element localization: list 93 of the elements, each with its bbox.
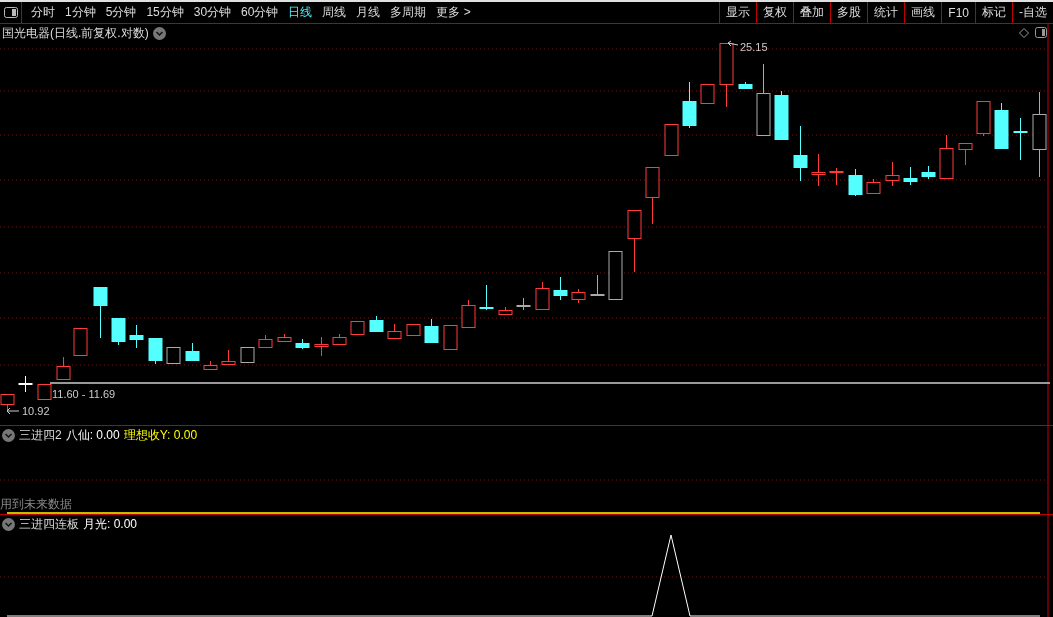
candlestick (866, 178, 881, 194)
candlestick (645, 166, 660, 225)
candlestick (700, 83, 715, 104)
candlestick (18, 375, 33, 393)
candlestick (1013, 117, 1028, 161)
candlestick (277, 333, 292, 343)
candlestick (553, 276, 568, 301)
candlestick (443, 324, 458, 350)
indicator-value: 理想收Y: 0.00 (123, 426, 198, 444)
toolbar-button[interactable]: 复权 (756, 2, 794, 23)
chart-title: 国光电器(日线.前复权.对数) (2, 24, 149, 42)
candlestick (93, 286, 108, 339)
period-tab[interactable]: 5分钟 (100, 4, 142, 21)
candlestick (590, 274, 605, 297)
period-tab[interactable]: 1分钟 (60, 4, 101, 21)
low-price-label: 10.92 (22, 405, 50, 417)
candlestick (516, 297, 531, 311)
candlestick (976, 100, 991, 137)
toolbar-button[interactable]: 画线 (904, 2, 942, 23)
candlestick (479, 284, 494, 311)
candlestick (994, 102, 1009, 149)
candlestick (166, 346, 181, 364)
candlestick (571, 288, 586, 304)
period-tab[interactable]: 15分钟 (141, 4, 189, 21)
panel-toggle-icon[interactable] (1035, 27, 1047, 38)
candlestick (939, 134, 954, 179)
candlestick (461, 299, 476, 328)
candlestick (406, 323, 421, 336)
candlestick (37, 383, 52, 400)
candlestick (258, 334, 273, 348)
candlestick (111, 317, 126, 346)
candlestick (185, 342, 200, 361)
indicator-name: 三进四2 (19, 426, 62, 444)
candlestick (314, 336, 329, 357)
period-tab[interactable]: 分时 (26, 4, 60, 21)
candlestick (958, 142, 973, 166)
toolbar-button[interactable]: 叠加 (793, 2, 831, 23)
period-tab[interactable]: 60分钟 (236, 4, 284, 21)
sidebar-panel-icon (3, 7, 18, 18)
candlestick (829, 167, 844, 186)
chevron-down-icon[interactable] (2, 428, 15, 442)
candlestick (0, 393, 15, 413)
candlestick (295, 338, 310, 350)
arrow-icon (727, 40, 739, 47)
candlestick (793, 125, 808, 182)
period-tab[interactable]: 月线 (351, 4, 386, 21)
indicator-value: 八仙: 0.00 (65, 426, 120, 444)
candlestick (332, 333, 347, 345)
toolbar-button[interactable]: -自选 (1012, 2, 1053, 23)
candlestick (848, 168, 863, 197)
period-tab[interactable]: 更多 > (431, 4, 476, 21)
candlestick (627, 209, 642, 273)
warning-note: 用到未来数据 (0, 497, 72, 511)
candlestick (885, 161, 900, 187)
arrow-icon (6, 407, 20, 415)
diamond-icon[interactable] (1019, 27, 1029, 38)
candlestick (535, 281, 550, 310)
candlestick (811, 153, 826, 187)
candlestick (73, 327, 88, 356)
candlestick (608, 250, 623, 300)
candlestick (221, 349, 236, 365)
candlestick (369, 315, 384, 332)
candlestick (148, 337, 163, 365)
candlestick (424, 318, 439, 343)
candlestick (682, 81, 697, 129)
price-range-label: 11.60 - 11.69 (52, 388, 116, 400)
period-tab[interactable]: 多周期 (385, 4, 432, 21)
candlestick (903, 166, 918, 186)
candlestick (56, 356, 71, 380)
period-tab[interactable]: 30分钟 (188, 4, 237, 21)
toolbar-button[interactable]: F10 (941, 2, 975, 23)
candlestick (498, 306, 513, 315)
candlestick (129, 324, 144, 349)
candlestick (719, 42, 734, 108)
candlestick (350, 320, 365, 335)
candlestick (240, 346, 255, 363)
high-price-label: 25.15 (740, 41, 768, 53)
toolbar-button[interactable]: 多股 (830, 2, 868, 23)
candlestick (387, 323, 402, 339)
toolbar-button[interactable]: 标记 (975, 2, 1012, 23)
indicator-value: 月光: 0.00 (83, 515, 138, 533)
toolbar-button[interactable]: 显示 (719, 2, 757, 23)
candlestick (738, 81, 753, 89)
candlestick (664, 123, 679, 156)
period-tab[interactable]: 周线 (317, 4, 352, 21)
candlestick (921, 165, 936, 180)
candlestick (203, 360, 218, 370)
candlestick (774, 90, 789, 140)
indicator-name: 三进四连板 (19, 515, 79, 533)
toolbar-button[interactable]: 统计 (867, 2, 905, 23)
period-tab[interactable]: 日线 (283, 4, 318, 21)
chevron-down-icon[interactable] (2, 517, 15, 531)
chevron-down-icon[interactable] (152, 26, 166, 40)
